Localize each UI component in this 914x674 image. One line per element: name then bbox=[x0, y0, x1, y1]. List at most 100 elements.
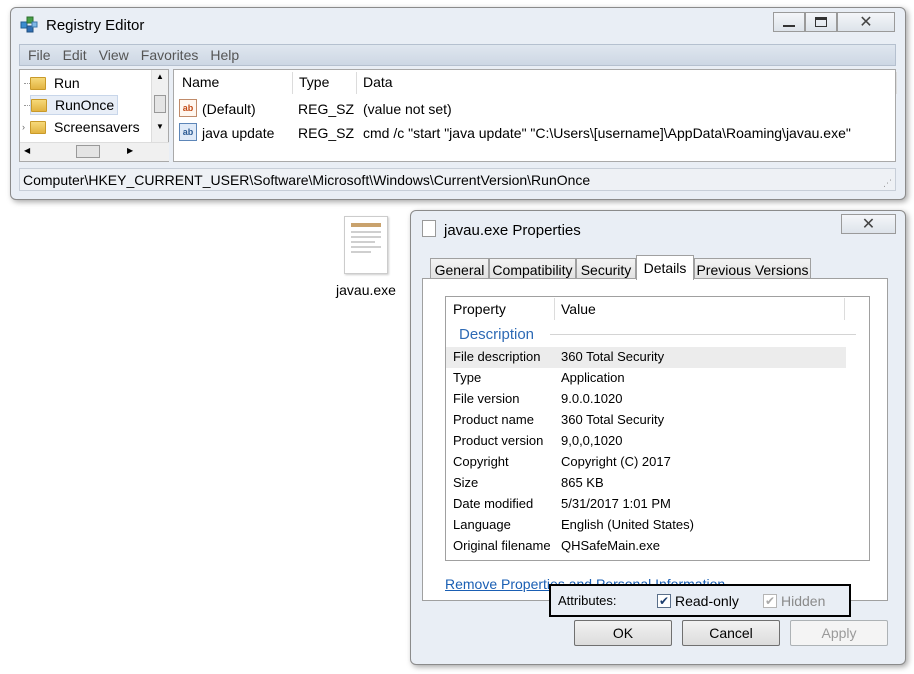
tree-item-runonce[interactable]: RunOnce bbox=[30, 95, 119, 115]
column-header-property[interactable]: Property bbox=[453, 301, 506, 317]
value-data: cmd /c "start "java update" "C:\Users\[u… bbox=[363, 125, 851, 141]
tree-item-label: Run bbox=[54, 75, 80, 91]
expand-arrow-icon: › bbox=[22, 122, 25, 132]
string-value-icon: ab bbox=[179, 123, 197, 141]
tab-compatibility[interactable]: Compatibility bbox=[489, 258, 576, 280]
folder-icon bbox=[30, 76, 46, 90]
scroll-thumb[interactable] bbox=[154, 95, 166, 113]
dialog-title: javau.exe Properties bbox=[444, 222, 581, 239]
menu-file[interactable]: File bbox=[28, 47, 51, 63]
menu-edit[interactable]: Edit bbox=[63, 47, 87, 63]
resize-grip-icon[interactable]: ⋰ bbox=[883, 178, 892, 189]
list-item[interactable]: File version 9.0.0.1020 bbox=[446, 389, 846, 410]
list-item[interactable]: Size 865 KB bbox=[446, 473, 846, 494]
details-list: Property Value Description File descript… bbox=[445, 296, 870, 561]
menu-view[interactable]: View bbox=[99, 47, 129, 63]
property-value: English (United States) bbox=[561, 517, 694, 532]
property-name: Language bbox=[453, 517, 511, 532]
list-item[interactable]: Product name 360 Total Security bbox=[446, 410, 846, 431]
tab-security[interactable]: Security bbox=[576, 258, 636, 280]
apply-button[interactable]: Apply bbox=[790, 620, 888, 646]
status-path: Computer\HKEY_CURRENT_USER\Software\Micr… bbox=[23, 171, 591, 188]
string-value-icon: ab bbox=[179, 99, 197, 117]
list-item[interactable]: Product version 9,0,0,1020 bbox=[446, 431, 846, 452]
scroll-up-icon: ▲ bbox=[156, 72, 164, 81]
tree-vertical-scrollbar[interactable]: ▲ ▼ bbox=[151, 70, 168, 142]
close-button[interactable]: ✕ bbox=[841, 214, 896, 234]
property-value: Application bbox=[561, 370, 625, 385]
property-value: 865 KB bbox=[561, 475, 604, 490]
property-name: Product name bbox=[453, 412, 534, 427]
section-heading: Description bbox=[459, 326, 535, 343]
list-item[interactable]: Date modified 5/31/2017 1:01 PM bbox=[446, 494, 846, 515]
list-item[interactable]: File description 360 Total Security bbox=[446, 347, 846, 368]
property-value: 5/31/2017 1:01 PM bbox=[561, 496, 671, 511]
column-divider[interactable] bbox=[292, 72, 293, 94]
key-tree-pane: Run RunOnce › Screensavers ▲ ▼ ◀ ▶ bbox=[19, 69, 169, 162]
folder-icon bbox=[31, 98, 47, 112]
property-name: Type bbox=[453, 370, 482, 385]
window-title: Registry Editor bbox=[46, 17, 145, 34]
hidden-label[interactable]: Hidden bbox=[781, 593, 825, 609]
tree-item-run[interactable]: Run bbox=[30, 73, 80, 93]
ok-button[interactable]: OK bbox=[574, 620, 672, 646]
property-name: Copyright bbox=[453, 454, 509, 469]
scroll-thumb[interactable] bbox=[76, 145, 100, 158]
close-icon: ✕ bbox=[859, 14, 873, 31]
close-button[interactable]: ✕ bbox=[837, 12, 895, 32]
cancel-button[interactable]: Cancel bbox=[682, 620, 780, 646]
list-item[interactable]: Language English (United States) bbox=[446, 515, 846, 536]
column-divider[interactable] bbox=[356, 72, 357, 94]
list-item[interactable]: Original filename QHSafeMain.exe bbox=[446, 536, 846, 557]
maximize-button[interactable] bbox=[805, 12, 837, 32]
tree-item-screensavers[interactable]: › Screensavers bbox=[22, 117, 140, 137]
readonly-label[interactable]: Read-only bbox=[675, 593, 739, 609]
hidden-checkbox[interactable]: ✔ bbox=[763, 594, 777, 608]
list-item[interactable]: Copyright Copyright (C) 2017 bbox=[446, 452, 846, 473]
column-divider[interactable] bbox=[896, 72, 897, 94]
maximize-icon bbox=[815, 17, 827, 27]
attributes-box: Attributes: ✔ Read-only ✔ Hidden bbox=[549, 584, 851, 617]
folder-icon bbox=[30, 120, 46, 134]
exe-file-icon[interactable] bbox=[344, 216, 388, 274]
file-label[interactable]: javau.exe bbox=[330, 282, 402, 298]
table-row[interactable]: ab (Default) REG_SZ (value not set) bbox=[174, 98, 894, 120]
menu-favorites[interactable]: Favorites bbox=[141, 47, 199, 63]
column-header-data[interactable]: Data bbox=[363, 74, 393, 94]
tree-horizontal-scrollbar[interactable]: ◀ ▶ bbox=[20, 142, 169, 161]
minimize-button[interactable] bbox=[773, 12, 805, 32]
value-type: REG_SZ bbox=[298, 101, 355, 117]
column-divider[interactable] bbox=[844, 298, 845, 320]
property-value: QHSafeMain.exe bbox=[561, 538, 660, 553]
table-row[interactable]: ab java update REG_SZ cmd /c "start "jav… bbox=[174, 122, 894, 144]
registry-app-icon bbox=[20, 16, 38, 34]
close-icon: ✕ bbox=[861, 216, 876, 233]
properties-dialog: javau.exe Properties ✕ General Compatibi… bbox=[410, 210, 906, 665]
readonly-checkbox[interactable]: ✔ bbox=[657, 594, 671, 608]
column-header-type[interactable]: Type bbox=[299, 74, 329, 94]
scroll-right-icon: ▶ bbox=[127, 146, 134, 155]
property-value: 360 Total Security bbox=[561, 412, 665, 427]
check-icon: ✔ bbox=[658, 594, 670, 608]
column-header-name[interactable]: Name bbox=[182, 74, 219, 94]
property-value: 9.0.0.1020 bbox=[561, 391, 623, 406]
minimize-icon bbox=[783, 25, 795, 27]
tree-item-label: Screensavers bbox=[54, 119, 140, 135]
registry-editor-window: Registry Editor ✕ File Edit View Favorit… bbox=[10, 7, 906, 200]
value-name: (Default) bbox=[202, 101, 256, 117]
list-item[interactable]: Type Application bbox=[446, 368, 846, 389]
tab-general[interactable]: General bbox=[430, 258, 489, 280]
column-header-value[interactable]: Value bbox=[561, 301, 596, 317]
tab-previous-versions[interactable]: Previous Versions bbox=[694, 258, 811, 280]
property-value: 360 Total Security bbox=[561, 349, 665, 364]
menu-help[interactable]: Help bbox=[210, 47, 239, 63]
file-type-icon bbox=[422, 220, 436, 237]
value-data: (value not set) bbox=[363, 101, 452, 117]
column-divider[interactable] bbox=[554, 298, 555, 320]
property-name: File version bbox=[453, 391, 520, 406]
tree-item-label: RunOnce bbox=[55, 97, 115, 113]
property-name: File description bbox=[453, 349, 541, 364]
tab-details[interactable]: Details bbox=[636, 255, 694, 280]
value-name: java update bbox=[202, 125, 275, 141]
property-name: Original filename bbox=[453, 538, 551, 553]
